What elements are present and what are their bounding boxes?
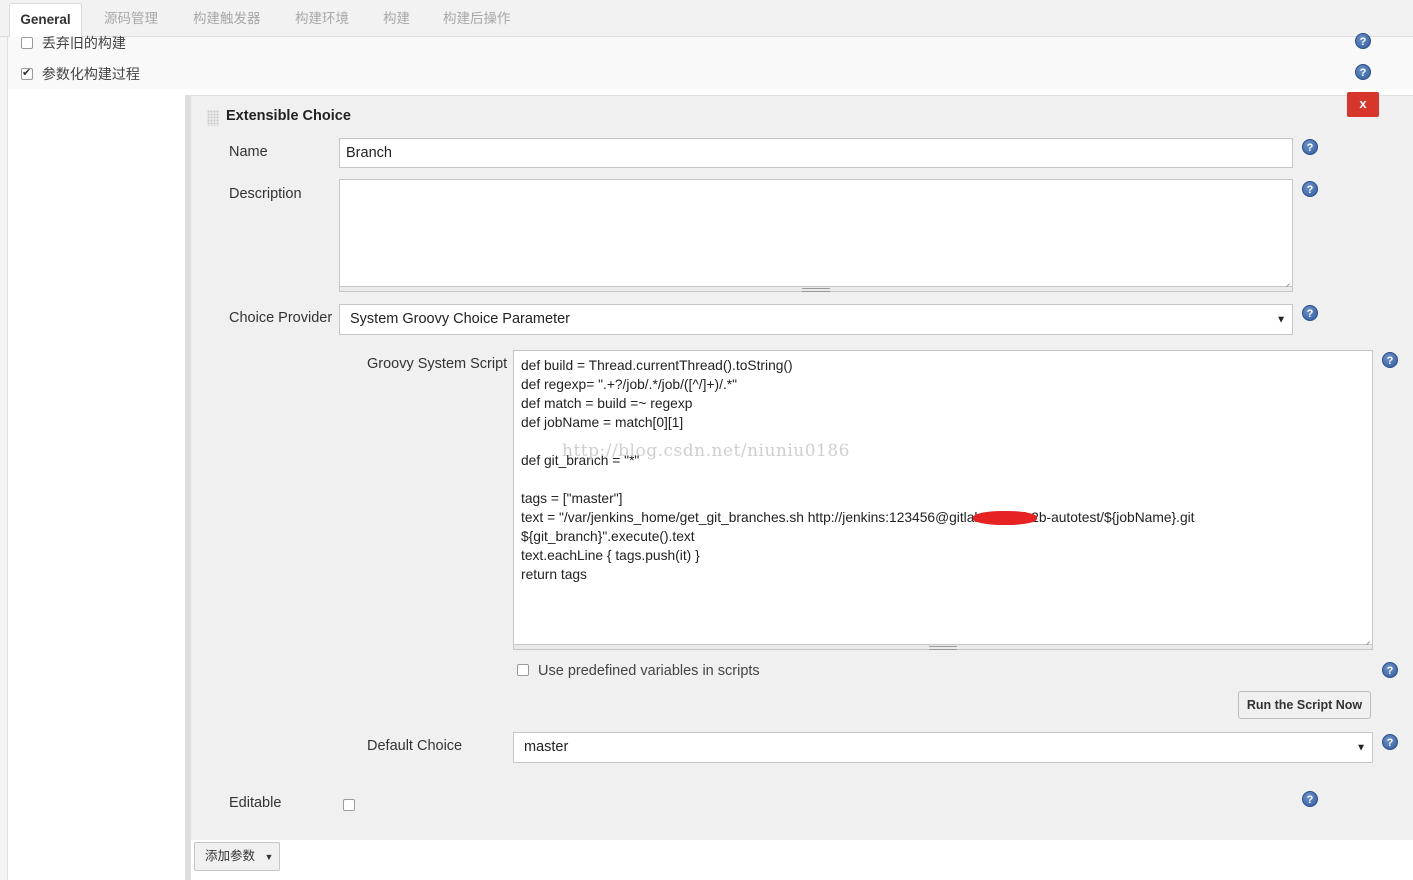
help-icon[interactable]: ? bbox=[1382, 734, 1398, 750]
script-line: text = "/var/jenkins_home/get_git_branch… bbox=[521, 510, 1195, 525]
tab-build-triggers[interactable]: 构建触发器 bbox=[193, 0, 261, 37]
parameterized-build-label: 参数化构建过程 bbox=[41, 66, 140, 82]
choice-provider-label: Choice Provider bbox=[229, 310, 333, 326]
editable-checkbox[interactable] bbox=[343, 799, 355, 811]
chevron-down-icon: ▼ bbox=[1276, 314, 1286, 325]
description-textarea[interactable] bbox=[339, 179, 1293, 287]
discard-old-builds-checkbox[interactable] bbox=[21, 37, 33, 49]
default-choice-label: Default Choice bbox=[367, 738, 463, 754]
groovy-script-textarea[interactable]: def build = Thread.currentThread().toStr… bbox=[513, 350, 1373, 645]
choice-provider-select[interactable]: System Groovy Choice Parameter ▼ bbox=[339, 304, 1293, 335]
watermark: http://blog.csdn.net/niuniu0186 bbox=[562, 441, 850, 461]
parameter-title: Extensible Choice bbox=[226, 108, 351, 124]
redaction-mark bbox=[973, 511, 1037, 525]
delete-parameter-button[interactable]: x bbox=[1347, 92, 1379, 117]
discard-old-builds-label: 丢弃旧的构建 bbox=[41, 35, 126, 51]
parameterized-build-checkbox[interactable] bbox=[21, 66, 33, 80]
parameterized-build-option: 参数化构建过程 bbox=[21, 64, 140, 84]
help-icon[interactable]: ? bbox=[1382, 662, 1398, 678]
tab-post-build[interactable]: 构建后操作 bbox=[443, 0, 511, 37]
help-icon[interactable]: ? bbox=[1302, 305, 1318, 321]
script-line: ${git_branch}".execute().text bbox=[521, 529, 695, 544]
add-parameter-button[interactable]: 添加参数 ▼ bbox=[194, 842, 280, 871]
groovy-script-label: Groovy System Script bbox=[367, 356, 508, 372]
description-label: Description bbox=[229, 186, 302, 202]
script-line: def jobName = match[0][1] bbox=[521, 415, 684, 430]
help-icon[interactable]: ? bbox=[1302, 181, 1318, 197]
help-icon[interactable]: ? bbox=[1355, 33, 1371, 49]
default-choice-select[interactable]: master ▼ bbox=[513, 732, 1373, 763]
use-predefined-option: Use predefined variables in scripts bbox=[517, 663, 760, 679]
help-icon[interactable]: ? bbox=[1382, 352, 1398, 368]
chevron-down-icon: ▼ bbox=[1356, 742, 1366, 753]
name-label: Name bbox=[229, 144, 268, 160]
help-icon[interactable]: ? bbox=[1302, 139, 1318, 155]
resize-grip[interactable] bbox=[1363, 635, 1371, 643]
help-icon[interactable]: ? bbox=[1302, 791, 1318, 807]
left-gutter bbox=[0, 37, 8, 880]
use-predefined-label: Use predefined variables in scripts bbox=[538, 663, 760, 679]
run-script-button[interactable]: Run the Script Now bbox=[1238, 691, 1371, 719]
tab-build[interactable]: 构建 bbox=[383, 0, 410, 37]
editable-label: Editable bbox=[229, 795, 282, 811]
add-parameter-label: 添加参数 bbox=[205, 849, 256, 863]
script-resize-handle[interactable] bbox=[513, 645, 1373, 650]
chevron-down-icon: ▼ bbox=[264, 852, 274, 862]
script-line: return tags bbox=[521, 567, 587, 582]
resize-grip[interactable] bbox=[1283, 277, 1291, 285]
script-line: def build = Thread.currentThread().toStr… bbox=[521, 358, 793, 373]
script-line bbox=[521, 470, 1365, 489]
help-icon[interactable]: ? bbox=[1355, 64, 1371, 80]
description-resize-handle[interactable] bbox=[339, 287, 1293, 292]
tab-build-environment[interactable]: 构建环境 bbox=[295, 0, 349, 37]
script-line: tags = ["master"] bbox=[521, 491, 623, 506]
choice-provider-value: System Groovy Choice Parameter bbox=[350, 311, 570, 327]
script-line: text.eachLine { tags.push(it) } bbox=[521, 548, 700, 563]
tab-source-control[interactable]: 源码管理 bbox=[104, 0, 158, 37]
default-choice-value: master bbox=[524, 739, 569, 755]
options-area bbox=[8, 37, 1413, 89]
script-line: def match = build =~ regexp bbox=[521, 396, 693, 411]
drag-handle-icon[interactable] bbox=[207, 110, 219, 126]
discard-old-builds-option: 丢弃旧的构建 bbox=[21, 33, 126, 53]
name-input[interactable]: Branch bbox=[339, 138, 1293, 168]
use-predefined-checkbox[interactable] bbox=[517, 664, 529, 676]
script-line: def regexp= ".+?/job/.*/job/([^/]+)/.*" bbox=[521, 377, 738, 392]
